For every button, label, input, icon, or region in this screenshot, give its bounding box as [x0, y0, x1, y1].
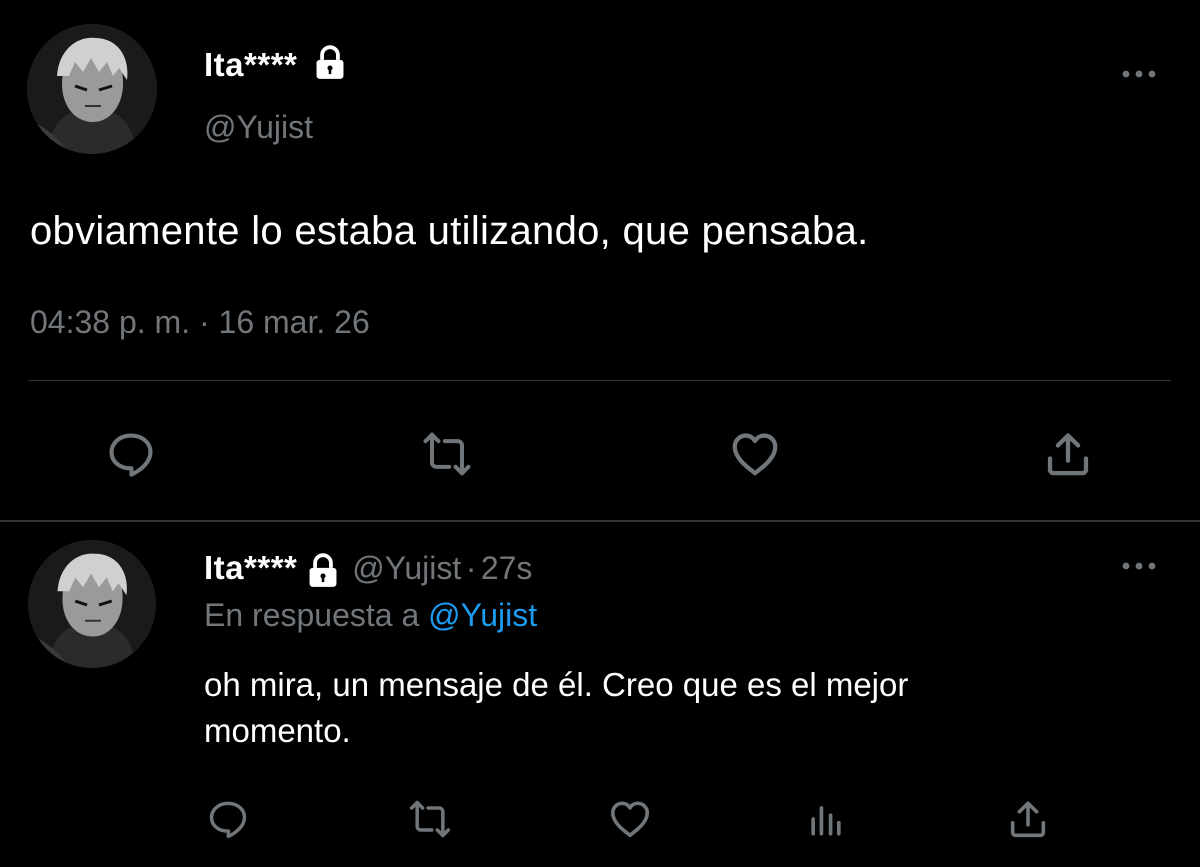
- separator-dot: ·: [465, 550, 477, 586]
- analytics-button[interactable]: [801, 796, 851, 842]
- reply-to-mention[interactable]: @Yujist: [428, 597, 537, 633]
- reply-button[interactable]: [203, 796, 253, 842]
- like-icon: [610, 801, 650, 838]
- reply-context-label: En respuesta a: [204, 597, 420, 633]
- like-button[interactable]: [605, 796, 655, 842]
- username[interactable]: @Yujist: [204, 109, 313, 146]
- reply-icon: [109, 433, 153, 477]
- lock-icon: [316, 45, 344, 80]
- reply-button[interactable]: [101, 424, 161, 484]
- divider: [28, 380, 1171, 381]
- share-icon: [1047, 433, 1089, 476]
- avatar[interactable]: [28, 540, 156, 668]
- display-name[interactable]: Ita****: [204, 46, 297, 83]
- avatar-image: [28, 540, 156, 668]
- tweet-text-line: oh mira, un mensaje de él. Creo que es e…: [204, 666, 909, 703]
- tweet-time[interactable]: 27s: [481, 550, 533, 586]
- more-horizontal-icon[interactable]: [1118, 64, 1160, 84]
- reply-icon: [209, 801, 247, 839]
- retweet-icon: [409, 800, 451, 838]
- share-icon: [1010, 801, 1046, 838]
- avatar-image: [27, 24, 157, 154]
- tweet-timestamp[interactable]: 04:38 p. m. · 16 mar. 26: [30, 304, 370, 341]
- retweet-button[interactable]: [414, 424, 480, 484]
- share-button[interactable]: [1003, 796, 1053, 842]
- avatar[interactable]: [27, 24, 157, 154]
- tweet-text: oh mira, un mensaje de él. Creo que es e…: [204, 662, 908, 754]
- share-button[interactable]: [1038, 424, 1098, 484]
- like-icon: [732, 433, 778, 476]
- username[interactable]: @Yujist: [352, 550, 461, 586]
- section-divider: [0, 520, 1200, 522]
- retweet-button[interactable]: [402, 796, 458, 842]
- retweet-icon: [423, 432, 471, 476]
- analytics-icon: [811, 806, 841, 836]
- more-horizontal-icon[interactable]: [1118, 556, 1160, 576]
- like-button[interactable]: [725, 424, 785, 484]
- lock-icon: [309, 553, 337, 587]
- tweet-text-line: momento.: [204, 712, 351, 749]
- tweet-text: obviamente lo estaba utilizando, que pen…: [30, 209, 869, 253]
- display-name[interactable]: Ita****: [204, 549, 297, 586]
